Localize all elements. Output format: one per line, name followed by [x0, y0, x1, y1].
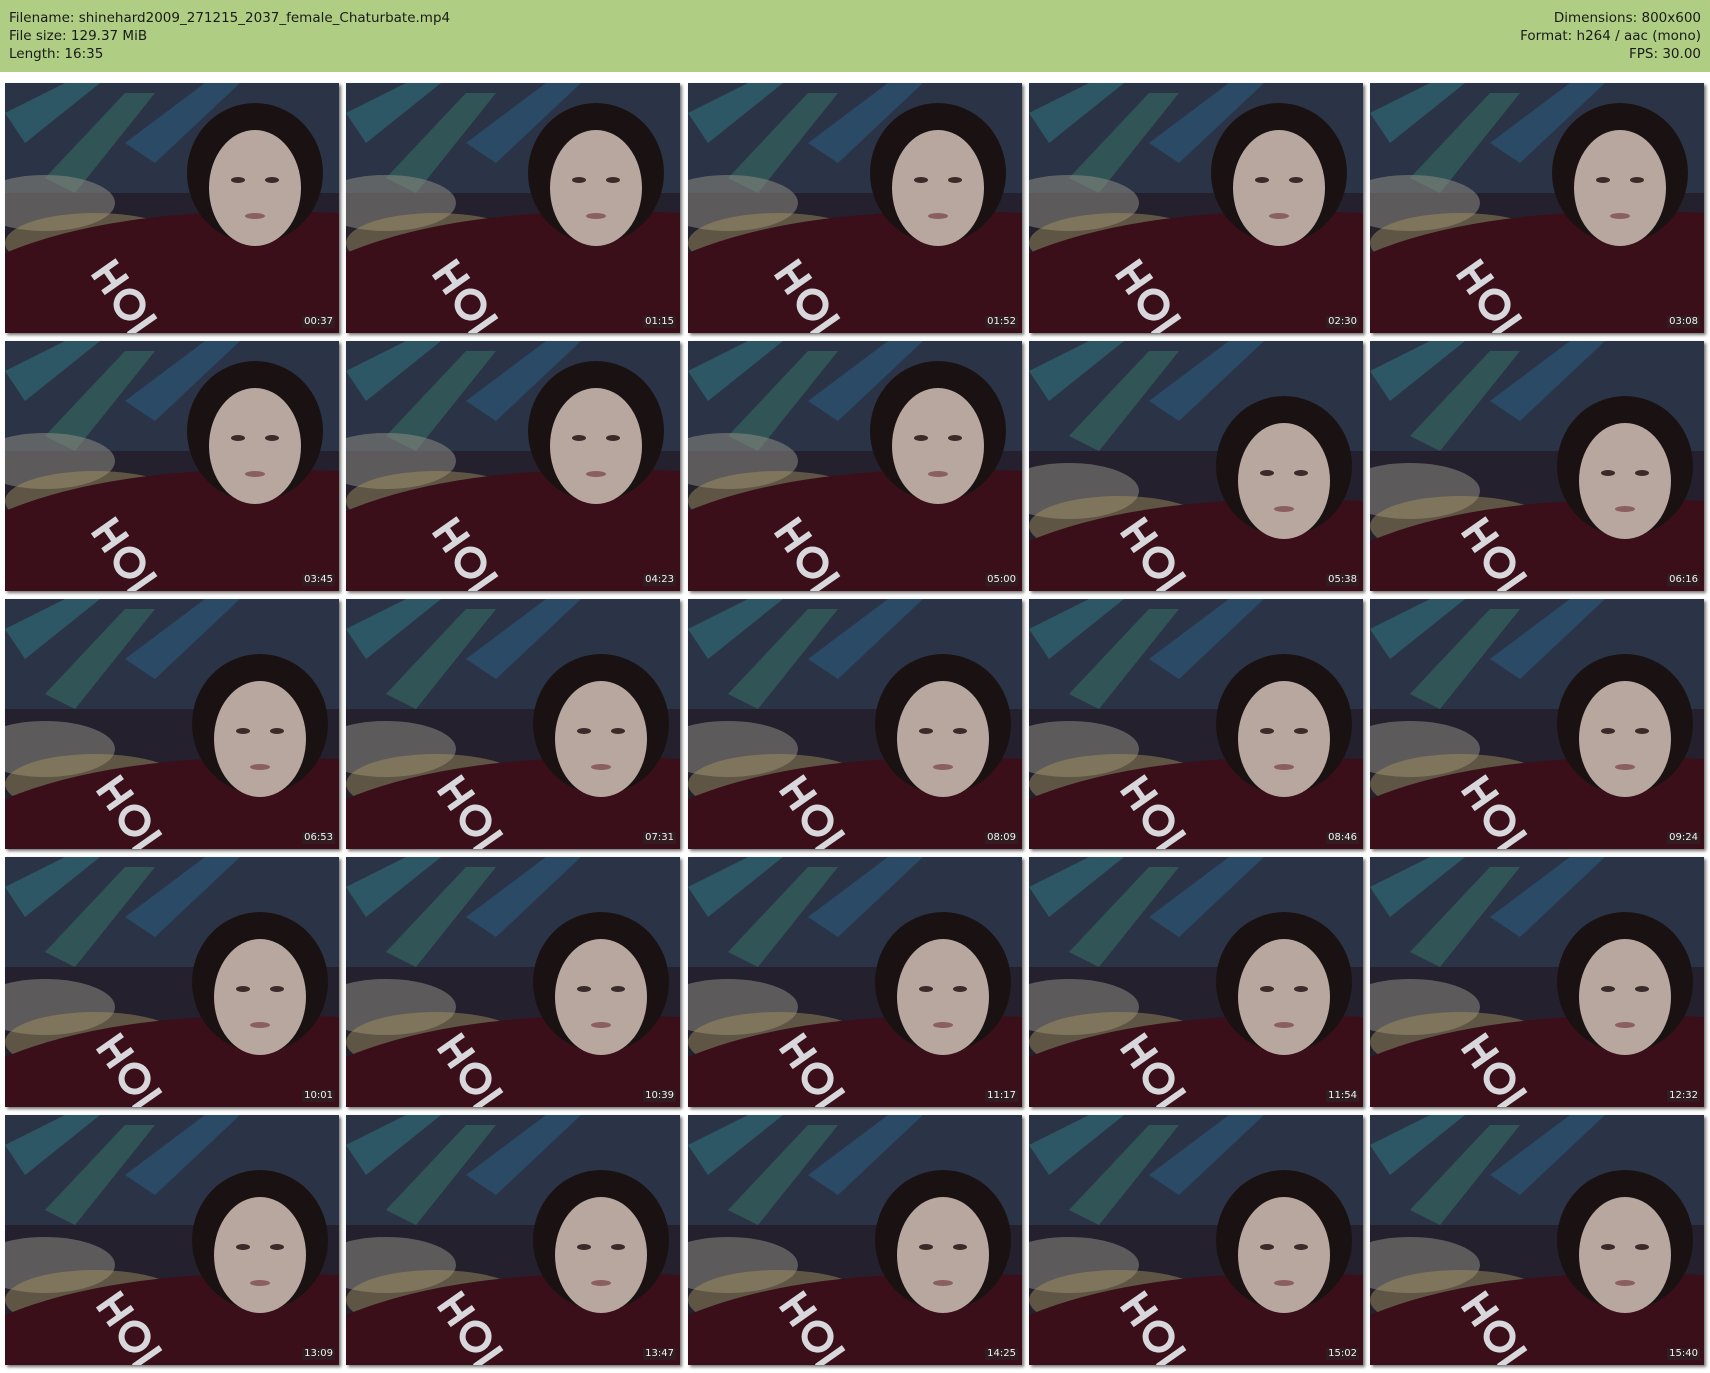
- frame-image: [688, 83, 1022, 333]
- file-info-left: Filename: shinehard2009_271215_2037_fema…: [9, 9, 450, 63]
- frame-image: [346, 599, 680, 849]
- frame-image: [688, 857, 1022, 1107]
- video-thumbnail: 10:01: [5, 857, 339, 1107]
- thumbnail-timestamp: 02:30: [1326, 316, 1359, 328]
- frame-image: [688, 599, 1022, 849]
- video-thumbnail: 11:17: [688, 857, 1022, 1107]
- frame-image: [1370, 1115, 1704, 1365]
- video-thumbnail: 13:09: [5, 1115, 339, 1365]
- frame-image: [1029, 341, 1363, 591]
- thumbnail-timestamp: 01:52: [985, 316, 1018, 328]
- info-header: Filename: shinehard2009_271215_2037_fema…: [0, 0, 1710, 72]
- video-thumbnail: 08:09: [688, 599, 1022, 849]
- video-thumbnail: 05:00: [688, 341, 1022, 591]
- frame-image: [688, 341, 1022, 591]
- thumbnail-timestamp: 05:38: [1326, 574, 1359, 586]
- frame-image: [1370, 599, 1704, 849]
- frame-image: [1029, 599, 1363, 849]
- video-thumbnail: 11:54: [1029, 857, 1363, 1107]
- thumbnail-timestamp: 15:40: [1667, 1348, 1700, 1360]
- frame-image: [346, 857, 680, 1107]
- thumbnail-timestamp: 13:09: [302, 1348, 335, 1360]
- video-thumbnail: 15:02: [1029, 1115, 1363, 1365]
- thumbnail-timestamp: 03:08: [1667, 316, 1700, 328]
- frame-image: [346, 1115, 680, 1365]
- filename-line: Filename: shinehard2009_271215_2037_fema…: [9, 10, 451, 26]
- frame-image: [1370, 341, 1704, 591]
- thumbnail-timestamp: 10:01: [302, 1090, 335, 1102]
- format-line: Format: h264 / aac (mono): [1520, 28, 1701, 44]
- fps-line: FPS: 30.00: [1629, 46, 1701, 62]
- video-thumbnail: 07:31: [346, 599, 680, 849]
- thumbnail-timestamp: 06:16: [1667, 574, 1700, 586]
- video-thumbnail: 05:38: [1029, 341, 1363, 591]
- video-thumbnail: 12:32: [1370, 857, 1704, 1107]
- thumbnail-timestamp: 04:23: [643, 574, 676, 586]
- video-thumbnail: 00:37: [5, 83, 339, 333]
- thumbnail-timestamp: 00:37: [302, 316, 335, 328]
- video-thumbnail: 03:08: [1370, 83, 1704, 333]
- thumbnail-timestamp: 01:15: [643, 316, 676, 328]
- frame-image: [5, 341, 339, 591]
- frame-image: [346, 83, 680, 333]
- video-thumbnail: 13:47: [346, 1115, 680, 1365]
- thumbnail-timestamp: 11:54: [1326, 1090, 1359, 1102]
- video-thumbnail: 01:52: [688, 83, 1022, 333]
- video-thumbnail: 09:24: [1370, 599, 1704, 849]
- video-thumbnail: 03:45: [5, 341, 339, 591]
- frame-image: [1370, 857, 1704, 1107]
- thumbnail-timestamp: 10:39: [643, 1090, 676, 1102]
- thumbnail-timestamp: 05:00: [985, 574, 1018, 586]
- video-thumbnail: 01:15: [346, 83, 680, 333]
- length-line: Length: 16:35: [9, 46, 104, 62]
- video-thumbnail: 10:39: [346, 857, 680, 1107]
- thumbnail-timestamp: 12:32: [1667, 1090, 1700, 1102]
- frame-image: [1029, 857, 1363, 1107]
- file-info-right: Dimensions: 800x600 Format: h264 / aac (…: [1520, 9, 1701, 63]
- frame-image: [5, 83, 339, 333]
- thumbnail-timestamp: 08:46: [1326, 832, 1359, 844]
- frame-image: [688, 1115, 1022, 1365]
- frame-image: [1029, 1115, 1363, 1365]
- frame-image: [5, 1115, 339, 1365]
- frame-image: [346, 341, 680, 591]
- dimensions-line: Dimensions: 800x600: [1553, 10, 1701, 26]
- frame-image: [5, 599, 339, 849]
- video-thumbnail: 02:30: [1029, 83, 1363, 333]
- frame-image: [1370, 83, 1704, 333]
- thumbnail-timestamp: 13:47: [643, 1348, 676, 1360]
- video-thumbnail: 14:25: [688, 1115, 1022, 1365]
- thumbnail-timestamp: 15:02: [1326, 1348, 1359, 1360]
- thumbnail-timestamp: 07:31: [643, 832, 676, 844]
- video-thumbnail: 04:23: [346, 341, 680, 591]
- thumbnail-timestamp: 03:45: [302, 574, 335, 586]
- video-thumbnail: 06:16: [1370, 341, 1704, 591]
- thumbnail-timestamp: 09:24: [1667, 832, 1700, 844]
- thumbnail-timestamp: 08:09: [985, 832, 1018, 844]
- frame-image: [5, 857, 339, 1107]
- frame-image: [1029, 83, 1363, 333]
- thumbnail-timestamp: 06:53: [302, 832, 335, 844]
- video-thumbnail: 15:40: [1370, 1115, 1704, 1365]
- thumbnail-timestamp: 14:25: [985, 1348, 1018, 1360]
- video-thumbnail: 08:46: [1029, 599, 1363, 849]
- video-thumbnail: 06:53: [5, 599, 339, 849]
- filesize-line: File size: 129.37 MiB: [9, 28, 148, 44]
- thumbnail-timestamp: 11:17: [985, 1090, 1018, 1102]
